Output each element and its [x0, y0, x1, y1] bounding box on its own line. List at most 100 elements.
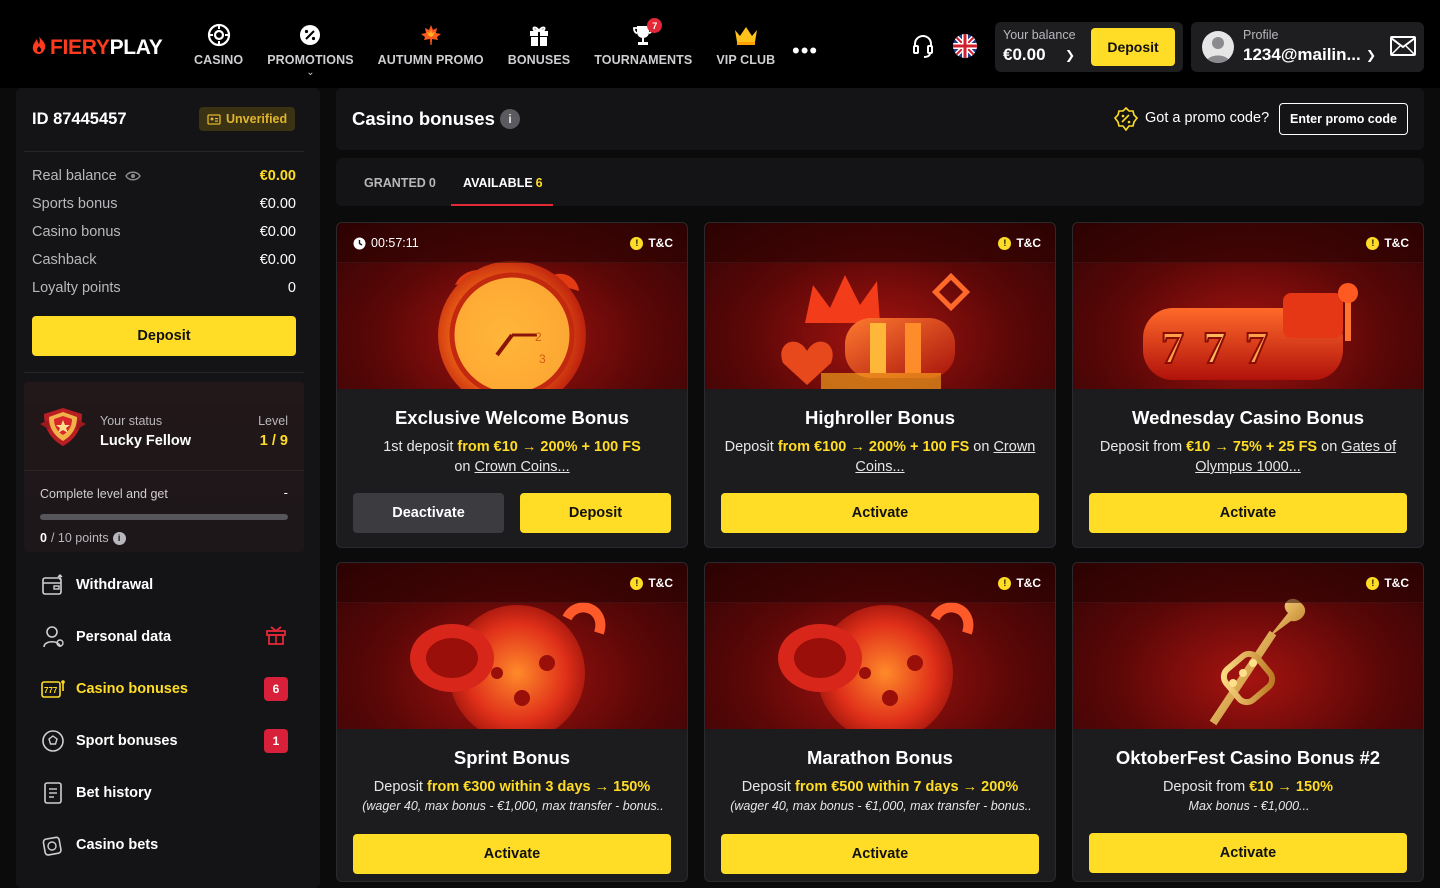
status-name: Lucky Fellow — [100, 433, 192, 449]
maple-leaf-icon — [416, 22, 446, 48]
activate-button[interactable]: Activate — [1089, 833, 1407, 873]
mail-icon[interactable] — [1390, 36, 1416, 61]
balance-dropdown[interactable]: Your balance €0.00 ❯ Deposit — [995, 22, 1183, 72]
nav-tournaments[interactable]: 7 TOURNAMENTS — [594, 18, 692, 82]
terms-link[interactable]: ! T&C — [630, 576, 673, 590]
casino-bonuses-header: Casino bonuses i Got a promo code? Enter… — [336, 88, 1424, 150]
support-headset-icon[interactable] — [912, 34, 934, 65]
level-label: Level — [258, 414, 288, 428]
sidebar-item-casino-bets[interactable]: Casino bets — [40, 830, 296, 860]
uk-flag-icon[interactable] — [953, 34, 977, 63]
logo[interactable]: FIERY PLAY — [30, 36, 163, 60]
card-title: OktoberFest Casino Bonus #2 — [1115, 747, 1381, 768]
activate-button[interactable]: Activate — [1089, 493, 1407, 533]
bonus-card: 7 7 7 ! T&C Wednesday Casino Bonus Deposi… — [1072, 222, 1424, 548]
sidebar-item-bet-history[interactable]: Bet history — [40, 778, 296, 808]
promo-question: Got a promo code? — [1145, 110, 1270, 126]
tab-available[interactable]: AVAILABLE 6 — [463, 176, 543, 190]
chevron-down-icon: ⌄ — [306, 67, 315, 78]
card-title: Highroller Bonus — [804, 407, 956, 428]
sidebar-item-label: Bet history — [76, 785, 152, 801]
divider — [24, 151, 304, 152]
sidebar-item-personal-data[interactable]: Personal data — [40, 622, 296, 652]
desc-text: Deposit from — [1162, 779, 1250, 795]
nav-bonuses[interactable]: BONUSES — [508, 22, 571, 82]
tc-label: T&C — [1016, 236, 1041, 250]
receipt-icon — [40, 780, 66, 806]
nav-autumn-promo[interactable]: AUTUMN PROMO — [378, 22, 484, 82]
your-status-label: Your status — [100, 414, 163, 428]
card-title: Wednesday Casino Bonus — [1132, 407, 1364, 428]
terms-link[interactable]: ! T&C — [998, 576, 1041, 590]
divider — [24, 372, 304, 373]
enter-promo-code-button[interactable]: Enter promo code — [1279, 103, 1408, 135]
tc-label: T&C — [1384, 576, 1409, 590]
info-icon[interactable]: i — [500, 109, 520, 129]
sidebar-item-sport-bonuses[interactable]: Sport bonuses 1 — [40, 726, 296, 756]
eye-icon[interactable] — [124, 170, 141, 182]
activate-button[interactable]: Activate — [721, 834, 1039, 874]
sidebar-item-withdrawal[interactable]: Withdrawal — [40, 570, 296, 600]
activate-button[interactable]: Activate — [353, 834, 671, 874]
logo-play-text: PLAY — [109, 36, 163, 59]
deactivate-button[interactable]: Deactivate — [353, 493, 504, 533]
bonus-card: 2 3 00:57:11 ! T&C Exclusive Welcome Bonus… — [336, 222, 688, 548]
activate-button[interactable]: Activate — [721, 493, 1039, 533]
card-note: (wager 40, max bonus - €1,000, max trans… — [362, 799, 664, 813]
sidebar-item-label: Withdrawal — [76, 577, 154, 593]
desc-text: on — [454, 459, 475, 475]
desc-text: Deposit from — [1099, 439, 1187, 455]
points-total: / 10 points — [50, 531, 109, 545]
tab-label: AVAILABLE — [463, 176, 533, 190]
sidebar-item-label: Personal data — [76, 629, 172, 645]
svg-text:2: 2 — [535, 330, 542, 344]
tc-label: T&C — [1016, 576, 1041, 590]
info-icon[interactable]: i — [112, 531, 126, 545]
desc-text: on — [969, 439, 994, 455]
sidebar-item-casino-bonuses[interactable]: 777 Casino bonuses 6 — [40, 674, 296, 704]
terms-link[interactable]: ! T&C — [630, 236, 673, 250]
soccer-ball-icon — [40, 728, 66, 754]
terms-link[interactable]: ! T&C — [998, 236, 1041, 250]
tc-label: T&C — [1384, 236, 1409, 250]
user-id: ID 87445457 — [32, 110, 127, 128]
tournaments-badge: 7 — [647, 18, 663, 33]
bonus-card: ! T&C OktoberFest Casino Bonus #2 Deposit… — [1072, 562, 1424, 882]
top-header: FIERY PLAY CASINO PROMOTIONS ⌄ AUTUMN PRO… — [0, 0, 1440, 88]
info-icon: ! — [630, 576, 644, 590]
profile-dropdown[interactable]: Profile 1234@mailin... ❯ — [1191, 22, 1424, 72]
header-deposit-button[interactable]: Deposit — [1091, 28, 1175, 66]
tab-granted[interactable]: GRANTED 0 — [364, 176, 436, 190]
card-description: Deposit from €10 → 75% + 25 FS on Gates … — [1089, 437, 1407, 477]
card-deposit-button[interactable]: Deposit — [520, 493, 671, 533]
nav-promotions[interactable]: PROMOTIONS ⌄ — [267, 22, 354, 82]
tab-label: GRANTED — [364, 176, 426, 190]
casino-bonus-label: Casino bonus — [32, 224, 121, 240]
balance-row-loyalty: Loyalty points 0 — [32, 280, 296, 296]
balance-label: Your balance — [1003, 28, 1076, 42]
page-title: Casino bonuses — [352, 108, 495, 129]
card-description: Deposit from €100 → 200% + 100 FS on Cro… — [721, 437, 1039, 477]
terms-link[interactable]: ! T&C — [1366, 576, 1409, 590]
nav-vip-club-label: VIP CLUB — [716, 53, 776, 67]
sidebar-deposit-button[interactable]: Deposit — [32, 316, 296, 356]
nav-autumn-promo-label: AUTUMN PROMO — [377, 53, 484, 67]
points-current: 0 — [40, 531, 47, 545]
nav-bonuses-label: BONUSES — [507, 53, 571, 67]
account-sidebar: ID 87445457 Unverified Real balance €0.0… — [16, 88, 320, 888]
card-description: Deposit from €300 within 3 days → 150% — [353, 777, 671, 797]
nav-casino[interactable]: CASINO — [194, 22, 243, 82]
user-icon — [40, 624, 66, 650]
info-icon: ! — [1366, 576, 1380, 590]
more-menu-icon[interactable]: ••• — [792, 38, 818, 64]
countdown-timer: 00:57:11 — [353, 236, 419, 250]
unverified-badge[interactable]: Unverified — [199, 107, 296, 131]
terms-link[interactable]: ! T&C — [1366, 236, 1409, 250]
status-shield-icon — [40, 406, 86, 453]
gift-icon — [524, 22, 554, 48]
game-link[interactable]: Crown Coins... — [475, 459, 570, 475]
loyalty-points-value: 0 — [287, 280, 296, 296]
nav-vip-club[interactable]: VIP CLUB — [716, 22, 775, 82]
loyalty-points-label: Loyalty points — [32, 280, 121, 296]
promo-badge-icon — [1113, 106, 1139, 136]
